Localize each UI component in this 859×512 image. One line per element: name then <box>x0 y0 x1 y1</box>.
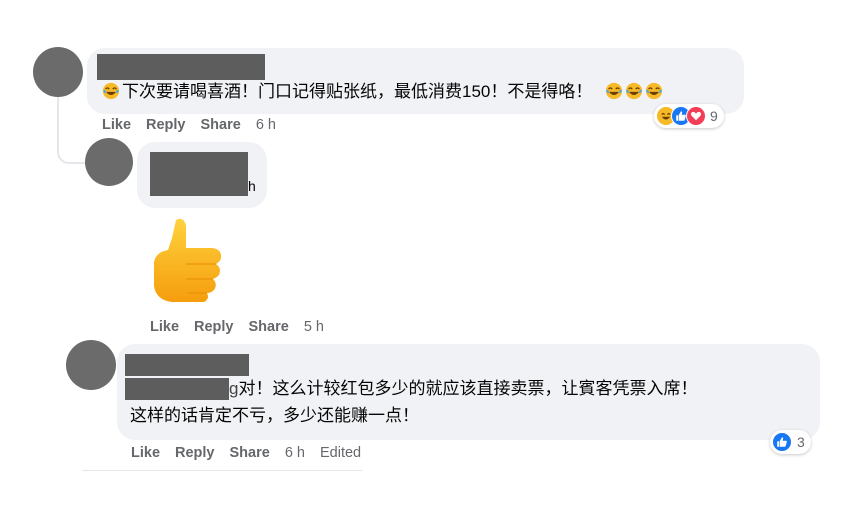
share-button[interactable]: Share <box>201 117 241 133</box>
comment-text-body: 下次要请喝喜酒！门口记得贴张纸，最低消费150！不是得咯！ <box>122 82 593 101</box>
comment-text-body: 这样的话肯定不亏，多少还能赚一点！ <box>130 406 419 425</box>
divider <box>82 470 362 471</box>
like-button[interactable]: Like <box>102 117 131 133</box>
reaction-count: 9 <box>710 108 718 124</box>
love-icon <box>686 106 706 126</box>
comment-text: 下次要请喝喜酒！门口记得贴张纸，最低消费150！不是得咯！ <box>102 80 663 104</box>
avatar[interactable] <box>33 47 83 97</box>
reply-button[interactable]: Reply <box>194 319 234 335</box>
like-button[interactable]: Like <box>131 445 160 461</box>
mention-redacted[interactable] <box>125 378 229 400</box>
reaction-summary[interactable]: 3 <box>770 430 811 454</box>
comment-actions: Like Reply Share 6 h <box>102 117 291 133</box>
author-name-redacted[interactable] <box>150 152 248 196</box>
reply-button[interactable]: Reply <box>146 117 186 133</box>
thumbs-up-sticker <box>146 214 226 304</box>
thread-connector <box>57 92 87 164</box>
laughing-emoji-icon <box>102 82 120 100</box>
share-button[interactable]: Share <box>230 445 270 461</box>
like-icon <box>772 432 792 452</box>
comment-text-body: 对！这么计较红包多少的就应该直接卖票，让賓客凭票入席！ <box>238 379 698 398</box>
avatar[interactable] <box>66 340 116 390</box>
author-name-fragment: h <box>248 178 256 194</box>
comment-actions: Like Reply Share 6 h Edited <box>131 445 361 461</box>
comment-text-line-1: g对！这么计较红包多少的就应该直接卖票，让賓客凭票入席！ <box>229 377 697 401</box>
avatar[interactable] <box>85 138 133 186</box>
comment-text-line-2: 这样的话肯定不亏，多少还能赚一点！ <box>130 404 419 428</box>
edited-label: Edited <box>320 445 362 461</box>
reply-button[interactable]: Reply <box>175 445 215 461</box>
laughing-emoji-icon <box>605 82 663 100</box>
like-button[interactable]: Like <box>150 319 179 335</box>
timestamp[interactable]: 5 h <box>304 319 324 335</box>
reaction-summary[interactable]: 9 <box>654 104 724 128</box>
author-name-redacted[interactable] <box>125 354 249 376</box>
timestamp[interactable]: 6 h <box>285 445 305 461</box>
comment-actions: Like Reply Share 5 h <box>150 319 339 335</box>
timestamp[interactable]: 6 h <box>256 117 276 133</box>
author-name-redacted[interactable] <box>97 54 265 80</box>
reaction-count: 3 <box>797 434 805 450</box>
share-button[interactable]: Share <box>249 319 289 335</box>
